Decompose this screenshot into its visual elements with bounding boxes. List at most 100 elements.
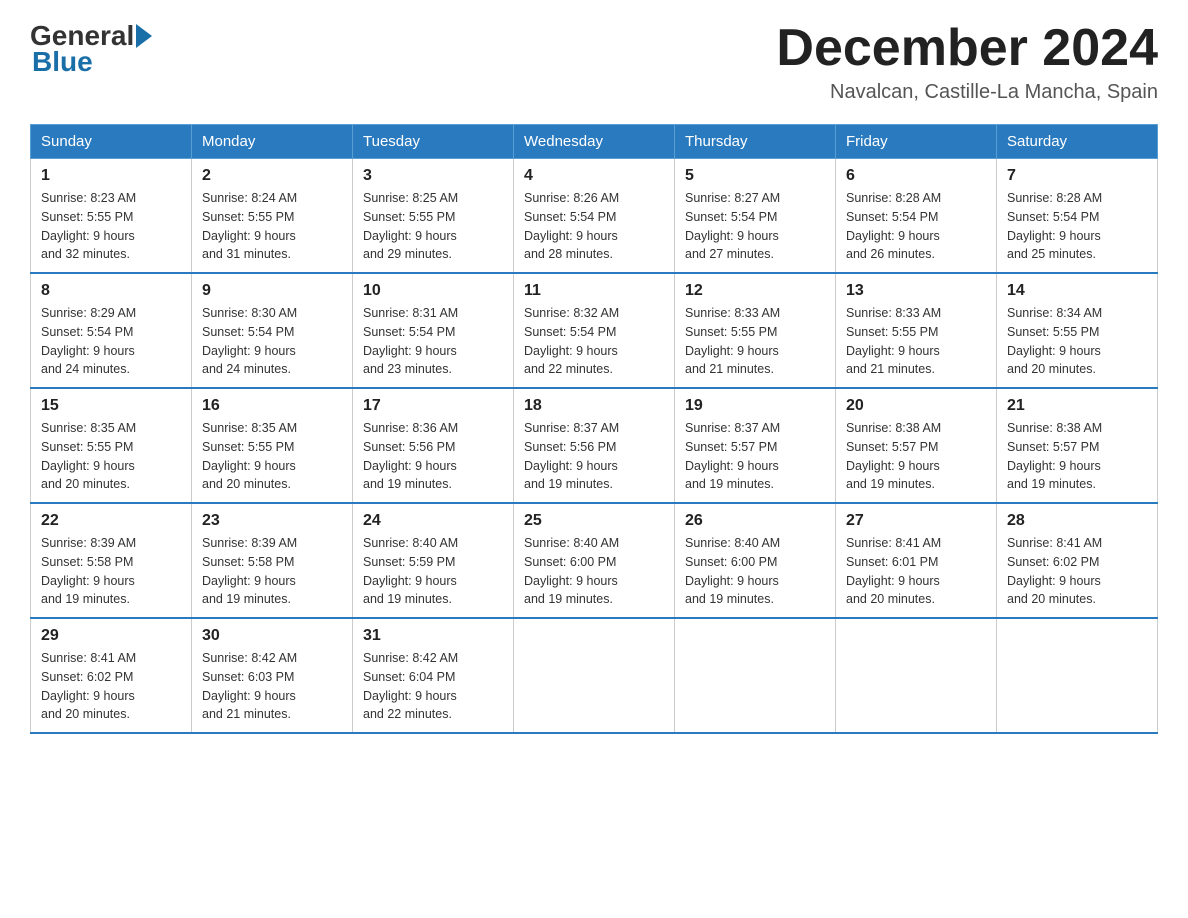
location-text: Navalcan, Castille-La Mancha, Spain — [776, 81, 1158, 104]
day-number: 17 — [363, 397, 503, 415]
page-header: General Blue December 2024 Navalcan, Cas… — [30, 20, 1158, 104]
calendar-cell: 24 Sunrise: 8:40 AM Sunset: 5:59 PM Dayl… — [353, 503, 514, 618]
calendar-cell: 2 Sunrise: 8:24 AM Sunset: 5:55 PM Dayli… — [192, 159, 353, 274]
calendar-cell: 29 Sunrise: 8:41 AM Sunset: 6:02 PM Dayl… — [31, 618, 192, 733]
day-info: Sunrise: 8:41 AM Sunset: 6:02 PM Dayligh… — [41, 649, 181, 724]
calendar-cell — [997, 618, 1158, 733]
day-number: 18 — [524, 397, 664, 415]
calendar-cell: 10 Sunrise: 8:31 AM Sunset: 5:54 PM Dayl… — [353, 273, 514, 388]
calendar-cell: 1 Sunrise: 8:23 AM Sunset: 5:55 PM Dayli… — [31, 159, 192, 274]
day-number: 20 — [846, 397, 986, 415]
day-info: Sunrise: 8:28 AM Sunset: 5:54 PM Dayligh… — [846, 189, 986, 264]
calendar-week-2: 8 Sunrise: 8:29 AM Sunset: 5:54 PM Dayli… — [31, 273, 1158, 388]
day-info: Sunrise: 8:40 AM Sunset: 6:00 PM Dayligh… — [524, 534, 664, 609]
calendar-week-5: 29 Sunrise: 8:41 AM Sunset: 6:02 PM Dayl… — [31, 618, 1158, 733]
calendar-cell: 25 Sunrise: 8:40 AM Sunset: 6:00 PM Dayl… — [514, 503, 675, 618]
logo-blue-text: Blue — [32, 46, 93, 78]
day-number: 1 — [41, 167, 181, 185]
calendar-cell: 17 Sunrise: 8:36 AM Sunset: 5:56 PM Dayl… — [353, 388, 514, 503]
calendar-cell: 21 Sunrise: 8:38 AM Sunset: 5:57 PM Dayl… — [997, 388, 1158, 503]
day-info: Sunrise: 8:28 AM Sunset: 5:54 PM Dayligh… — [1007, 189, 1147, 264]
day-number: 22 — [41, 512, 181, 530]
calendar-cell: 16 Sunrise: 8:35 AM Sunset: 5:55 PM Dayl… — [192, 388, 353, 503]
day-info: Sunrise: 8:41 AM Sunset: 6:02 PM Dayligh… — [1007, 534, 1147, 609]
day-number: 25 — [524, 512, 664, 530]
day-info: Sunrise: 8:37 AM Sunset: 5:57 PM Dayligh… — [685, 419, 825, 494]
day-info: Sunrise: 8:38 AM Sunset: 5:57 PM Dayligh… — [1007, 419, 1147, 494]
day-number: 11 — [524, 282, 664, 300]
day-info: Sunrise: 8:26 AM Sunset: 5:54 PM Dayligh… — [524, 189, 664, 264]
calendar-header-row: Sunday Monday Tuesday Wednesday Thursday… — [31, 125, 1158, 159]
calendar-cell: 4 Sunrise: 8:26 AM Sunset: 5:54 PM Dayli… — [514, 159, 675, 274]
calendar-cell: 28 Sunrise: 8:41 AM Sunset: 6:02 PM Dayl… — [997, 503, 1158, 618]
col-saturday: Saturday — [997, 125, 1158, 159]
calendar-cell: 27 Sunrise: 8:41 AM Sunset: 6:01 PM Dayl… — [836, 503, 997, 618]
day-info: Sunrise: 8:37 AM Sunset: 5:56 PM Dayligh… — [524, 419, 664, 494]
day-info: Sunrise: 8:35 AM Sunset: 5:55 PM Dayligh… — [202, 419, 342, 494]
calendar-cell: 19 Sunrise: 8:37 AM Sunset: 5:57 PM Dayl… — [675, 388, 836, 503]
day-number: 12 — [685, 282, 825, 300]
calendar-cell: 9 Sunrise: 8:30 AM Sunset: 5:54 PM Dayli… — [192, 273, 353, 388]
day-number: 13 — [846, 282, 986, 300]
day-number: 30 — [202, 627, 342, 645]
day-info: Sunrise: 8:42 AM Sunset: 6:04 PM Dayligh… — [363, 649, 503, 724]
calendar-cell: 26 Sunrise: 8:40 AM Sunset: 6:00 PM Dayl… — [675, 503, 836, 618]
calendar-cell: 18 Sunrise: 8:37 AM Sunset: 5:56 PM Dayl… — [514, 388, 675, 503]
logo-arrow-icon — [136, 24, 152, 48]
day-number: 7 — [1007, 167, 1147, 185]
title-block: December 2024 Navalcan, Castille-La Manc… — [776, 20, 1158, 104]
calendar-cell: 5 Sunrise: 8:27 AM Sunset: 5:54 PM Dayli… — [675, 159, 836, 274]
calendar-cell: 31 Sunrise: 8:42 AM Sunset: 6:04 PM Dayl… — [353, 618, 514, 733]
day-number: 15 — [41, 397, 181, 415]
calendar-cell: 3 Sunrise: 8:25 AM Sunset: 5:55 PM Dayli… — [353, 159, 514, 274]
day-info: Sunrise: 8:40 AM Sunset: 6:00 PM Dayligh… — [685, 534, 825, 609]
day-number: 14 — [1007, 282, 1147, 300]
calendar-table: Sunday Monday Tuesday Wednesday Thursday… — [30, 124, 1158, 734]
day-info: Sunrise: 8:24 AM Sunset: 5:55 PM Dayligh… — [202, 189, 342, 264]
day-info: Sunrise: 8:40 AM Sunset: 5:59 PM Dayligh… — [363, 534, 503, 609]
day-info: Sunrise: 8:25 AM Sunset: 5:55 PM Dayligh… — [363, 189, 503, 264]
day-info: Sunrise: 8:31 AM Sunset: 5:54 PM Dayligh… — [363, 304, 503, 379]
day-number: 16 — [202, 397, 342, 415]
day-number: 31 — [363, 627, 503, 645]
calendar-cell: 14 Sunrise: 8:34 AM Sunset: 5:55 PM Dayl… — [997, 273, 1158, 388]
day-info: Sunrise: 8:30 AM Sunset: 5:54 PM Dayligh… — [202, 304, 342, 379]
col-friday: Friday — [836, 125, 997, 159]
day-info: Sunrise: 8:34 AM Sunset: 5:55 PM Dayligh… — [1007, 304, 1147, 379]
day-number: 27 — [846, 512, 986, 530]
calendar-cell — [514, 618, 675, 733]
day-info: Sunrise: 8:27 AM Sunset: 5:54 PM Dayligh… — [685, 189, 825, 264]
day-number: 8 — [41, 282, 181, 300]
day-number: 23 — [202, 512, 342, 530]
col-tuesday: Tuesday — [353, 125, 514, 159]
day-info: Sunrise: 8:35 AM Sunset: 5:55 PM Dayligh… — [41, 419, 181, 494]
calendar-week-1: 1 Sunrise: 8:23 AM Sunset: 5:55 PM Dayli… — [31, 159, 1158, 274]
month-title: December 2024 — [776, 20, 1158, 77]
day-info: Sunrise: 8:36 AM Sunset: 5:56 PM Dayligh… — [363, 419, 503, 494]
day-number: 9 — [202, 282, 342, 300]
day-number: 2 — [202, 167, 342, 185]
day-number: 21 — [1007, 397, 1147, 415]
day-number: 26 — [685, 512, 825, 530]
day-info: Sunrise: 8:32 AM Sunset: 5:54 PM Dayligh… — [524, 304, 664, 379]
calendar-cell: 6 Sunrise: 8:28 AM Sunset: 5:54 PM Dayli… — [836, 159, 997, 274]
day-info: Sunrise: 8:41 AM Sunset: 6:01 PM Dayligh… — [846, 534, 986, 609]
day-info: Sunrise: 8:29 AM Sunset: 5:54 PM Dayligh… — [41, 304, 181, 379]
day-number: 3 — [363, 167, 503, 185]
day-info: Sunrise: 8:33 AM Sunset: 5:55 PM Dayligh… — [846, 304, 986, 379]
calendar-week-3: 15 Sunrise: 8:35 AM Sunset: 5:55 PM Dayl… — [31, 388, 1158, 503]
calendar-cell: 23 Sunrise: 8:39 AM Sunset: 5:58 PM Dayl… — [192, 503, 353, 618]
day-info: Sunrise: 8:38 AM Sunset: 5:57 PM Dayligh… — [846, 419, 986, 494]
calendar-cell: 13 Sunrise: 8:33 AM Sunset: 5:55 PM Dayl… — [836, 273, 997, 388]
calendar-cell: 8 Sunrise: 8:29 AM Sunset: 5:54 PM Dayli… — [31, 273, 192, 388]
logo: General Blue — [30, 20, 152, 78]
calendar-cell — [675, 618, 836, 733]
day-number: 28 — [1007, 512, 1147, 530]
col-monday: Monday — [192, 125, 353, 159]
col-thursday: Thursday — [675, 125, 836, 159]
day-number: 29 — [41, 627, 181, 645]
calendar-cell: 22 Sunrise: 8:39 AM Sunset: 5:58 PM Dayl… — [31, 503, 192, 618]
calendar-cell: 12 Sunrise: 8:33 AM Sunset: 5:55 PM Dayl… — [675, 273, 836, 388]
day-number: 4 — [524, 167, 664, 185]
calendar-cell — [836, 618, 997, 733]
